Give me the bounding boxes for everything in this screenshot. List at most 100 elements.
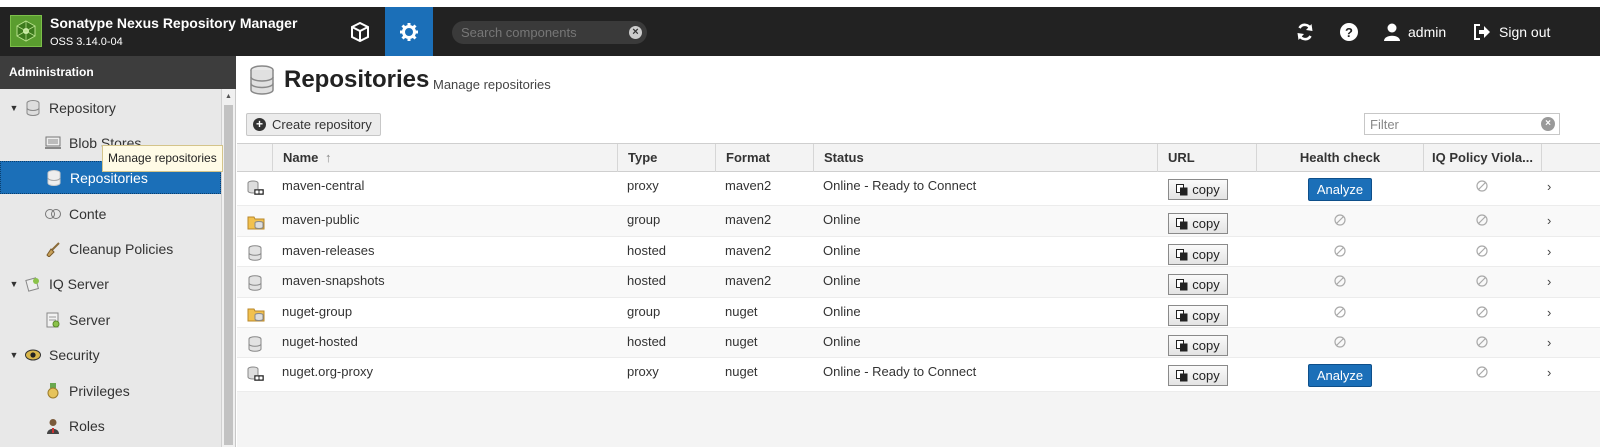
sidebar-item-repository[interactable]: ▼ Repository — [0, 91, 221, 124]
copy-label: copy — [1192, 368, 1220, 383]
column-header-actions — [1541, 144, 1600, 172]
help-button[interactable]: ? — [1339, 7, 1359, 56]
chevron-right-icon[interactable]: › — [1547, 365, 1551, 380]
signout-button[interactable]: Sign out — [1473, 7, 1550, 56]
cell-type: group — [627, 212, 661, 227]
column-header-format[interactable]: Format — [715, 144, 813, 172]
scrollbar-thumb[interactable] — [224, 105, 233, 445]
cell-status: Online — [823, 273, 861, 288]
refresh-button[interactable] — [1295, 7, 1315, 56]
scroll-up-icon[interactable]: ▲ — [225, 93, 232, 100]
app-version: OSS 3.14.0-04 — [50, 36, 123, 48]
gear-icon — [400, 22, 418, 41]
copy-icon — [1176, 339, 1192, 352]
table-row[interactable]: maven-central proxy maven2 Online - Ready t… — [237, 172, 1600, 206]
server-icon — [45, 312, 61, 328]
not-available-icon — [1476, 366, 1488, 378]
database-icon — [25, 99, 41, 116]
icon-column-header — [237, 144, 272, 172]
blob-store-icon — [45, 135, 61, 151]
column-header-url[interactable]: URL — [1157, 144, 1256, 172]
proxy-repo-icon — [247, 180, 265, 196]
page-header: Repositories Manage repositories + Creat… — [237, 56, 1600, 143]
cell-type: hosted — [627, 243, 667, 258]
sidebar-item-privileges[interactable]: Privileges — [0, 374, 221, 407]
not-available-icon — [1334, 336, 1346, 348]
table-row[interactable]: nuget-group group nuget Online copy › — [237, 298, 1600, 328]
sort-ascending-icon: ↑ — [325, 150, 332, 165]
analyze-button[interactable]: Analyze — [1308, 364, 1372, 387]
chevron-right-icon[interactable]: › — [1547, 335, 1551, 350]
search-input[interactable] — [461, 24, 621, 41]
sidebar-item-label: Cleanup Policies — [69, 240, 174, 257]
column-header-status[interactable]: Status — [813, 144, 1157, 172]
cell-type: group — [627, 304, 661, 319]
not-available-icon — [1334, 306, 1346, 318]
cube-icon — [351, 21, 369, 42]
sidebar-item-server[interactable]: Server — [0, 303, 221, 336]
copy-label: copy — [1192, 182, 1220, 197]
sidebar-item-security[interactable]: ▼ Security — [0, 338, 221, 371]
not-available-icon — [1476, 275, 1488, 287]
table-row[interactable]: maven-public group maven2 Online copy › — [237, 206, 1600, 237]
copy-label: copy — [1192, 308, 1220, 323]
copy-label: copy — [1192, 216, 1220, 231]
sidebar-item-label: Security — [49, 346, 100, 363]
column-header-type[interactable]: Type — [617, 144, 715, 172]
browse-button[interactable] — [336, 7, 384, 56]
analyze-button[interactable]: Analyze — [1308, 178, 1372, 201]
copy-url-button[interactable]: copy — [1168, 179, 1228, 200]
caret-down-icon[interactable]: ▼ — [9, 103, 19, 113]
sidebar-item-cleanup-policies[interactable]: Cleanup Policies — [0, 232, 221, 265]
caret-down-icon[interactable]: ▼ — [9, 279, 19, 289]
user-menu[interactable]: admin — [1384, 7, 1446, 56]
svg-text:?: ? — [1345, 25, 1353, 40]
medal-icon — [45, 382, 61, 399]
cell-type: hosted — [627, 273, 667, 288]
caret-down-icon[interactable]: ▼ — [9, 350, 19, 360]
cell-status: Online — [823, 334, 861, 349]
column-header-iq-policy[interactable]: IQ Policy Viola... — [1423, 144, 1541, 172]
copy-url-button[interactable]: copy — [1168, 335, 1228, 356]
copy-url-button[interactable]: copy — [1168, 244, 1228, 265]
table-row[interactable]: maven-snapshots hosted maven2 Online copy › — [237, 267, 1600, 298]
filter-input[interactable] — [1370, 116, 1530, 132]
create-repository-label: Create repository — [272, 117, 372, 132]
chevron-right-icon[interactable]: › — [1547, 213, 1551, 228]
sidebar-scrollbar[interactable]: ▲ — [221, 89, 235, 447]
column-header-health-check[interactable]: Health check — [1256, 144, 1423, 172]
copy-icon — [1176, 309, 1192, 322]
cell-name: maven-central — [282, 178, 365, 193]
chevron-right-icon[interactable]: › — [1547, 244, 1551, 259]
chevron-right-icon[interactable]: › — [1547, 274, 1551, 289]
chevron-right-icon[interactable]: › — [1547, 305, 1551, 320]
sidebar-item-iq-server[interactable]: ▼ IQ Server — [0, 267, 221, 300]
chevron-right-icon[interactable]: › — [1547, 179, 1551, 194]
not-available-icon — [1476, 214, 1488, 226]
table-row[interactable]: nuget-hosted hosted nuget Online copy › — [237, 328, 1600, 358]
sidebar-item-label: Repository — [49, 99, 116, 116]
proxy-repo-icon — [247, 366, 265, 382]
not-available-icon — [1334, 214, 1346, 226]
table-row[interactable]: maven-releases hosted maven2 Online copy › — [237, 237, 1600, 267]
nexus-logo[interactable] — [10, 15, 42, 47]
administration-button[interactable] — [385, 7, 433, 56]
cell-status: Online - Ready to Connect — [823, 178, 977, 193]
create-repository-button[interactable]: + Create repository — [246, 113, 381, 136]
cell-status: Online — [823, 243, 861, 258]
column-header-name[interactable]: Name ↑ — [272, 144, 617, 172]
page-title: Repositories — [284, 66, 430, 93]
sidebar-item-content-selectors[interactable]: Conte — [0, 197, 221, 230]
copy-url-button[interactable]: copy — [1168, 274, 1228, 295]
clear-search-icon[interactable]: × — [629, 26, 642, 39]
sidebar-item-roles[interactable]: Roles — [0, 409, 221, 442]
filter-box: × — [1364, 113, 1560, 135]
copy-url-button[interactable]: copy — [1168, 305, 1228, 326]
copy-url-button[interactable]: copy — [1168, 365, 1228, 386]
table-row[interactable]: nuget.org-proxy proxy nuget Online - Ready … — [237, 358, 1600, 392]
not-available-icon — [1476, 180, 1488, 192]
clear-filter-icon[interactable]: × — [1541, 117, 1555, 131]
group-repo-icon — [247, 306, 265, 322]
copy-url-button[interactable]: copy — [1168, 213, 1228, 234]
cell-name: nuget.org-proxy — [282, 364, 374, 379]
